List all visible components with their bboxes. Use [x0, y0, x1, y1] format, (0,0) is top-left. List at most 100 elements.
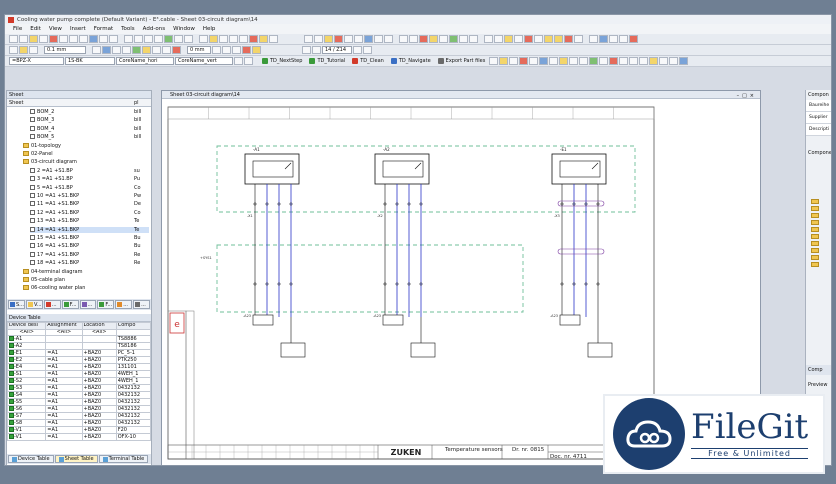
- toolbar1-button-2[interactable]: [29, 35, 38, 43]
- toolbar1-button-38[interactable]: [354, 35, 363, 43]
- folder-icon[interactable]: [811, 199, 819, 204]
- sheet-tree-item[interactable]: 04-terminal diagram: [23, 268, 149, 275]
- toolbar1-button-64[interactable]: [599, 35, 608, 43]
- panel-tab-4[interactable]: ...: [79, 300, 97, 309]
- toolbar1-button-37[interactable]: [344, 35, 353, 43]
- delete-button[interactable]: [172, 46, 181, 54]
- panel-tab-3[interactable]: F...: [61, 300, 79, 309]
- toolbar3-button-19[interactable]: [679, 57, 689, 65]
- toolbar1-button-49[interactable]: [459, 35, 468, 43]
- sheet-tree-item[interactable]: 2 =A1 +S1.BP: [30, 167, 149, 174]
- toolbar1-button-44[interactable]: [409, 35, 418, 43]
- table-row[interactable]: -S2 =A1 +BAZ0 4WEH_1: [6, 377, 152, 385]
- table-row[interactable]: -E2 =A1 +BAZ0 PTK250: [6, 356, 152, 364]
- window-controls[interactable]: –□×: [737, 92, 757, 100]
- toolbar1-button-53[interactable]: [494, 35, 503, 43]
- toolbar1-button-67[interactable]: [629, 35, 638, 43]
- td-button-0[interactable]: TD_NextStep: [259, 57, 305, 66]
- toolbar1-button-7[interactable]: [79, 35, 88, 43]
- sheet-tree-item[interactable]: 3 =A1 +S1.BP: [30, 176, 149, 182]
- folder-button[interactable]: [142, 46, 151, 54]
- toolbar1-button-40[interactable]: [374, 35, 383, 43]
- toolbar1-button-56[interactable]: [524, 35, 533, 43]
- toolbar3-button-5[interactable]: [539, 57, 549, 65]
- folder-icon[interactable]: [811, 206, 819, 211]
- toolbar1-button-36[interactable]: [334, 35, 343, 43]
- toolbar1-button-23[interactable]: [229, 35, 238, 43]
- toolbar1-button-35[interactable]: [324, 35, 333, 43]
- sheet-tree-item[interactable]: 12 =A1 +S1.BKP: [30, 209, 149, 216]
- sheet-tree-item[interactable]: BOM_4: [30, 125, 149, 132]
- td-button-1[interactable]: TD_Tutorial: [306, 57, 348, 66]
- folder-icon[interactable]: [811, 234, 819, 239]
- menu-item-help[interactable]: Help: [203, 26, 216, 32]
- menu-item-format[interactable]: Format: [94, 26, 113, 32]
- toolbar1-button-8[interactable]: [89, 35, 98, 43]
- sheet-tree-item[interactable]: 15 =A1 +S1.BKP: [30, 235, 149, 241]
- toolbar1-button-24[interactable]: [239, 35, 248, 43]
- toolbar3-button-1[interactable]: [499, 57, 509, 65]
- table-row[interactable]: -A2 TS8186: [6, 342, 152, 350]
- toolbar1-button-25[interactable]: [249, 35, 258, 43]
- toolbar3-button-7[interactable]: [559, 57, 569, 65]
- menu-item-view[interactable]: View: [49, 26, 62, 32]
- text-button[interactable]: [122, 46, 131, 54]
- toolbar1-button-48[interactable]: [449, 35, 458, 43]
- toolbar1-button-12[interactable]: [124, 35, 133, 43]
- toolbar1-button-63[interactable]: [589, 35, 598, 43]
- toolbar1-button-1[interactable]: [19, 35, 28, 43]
- sheet-tree-item[interactable]: 16 =A1 +S1.BKP: [30, 243, 149, 249]
- snap-button[interactable]: [9, 46, 18, 54]
- toolbar3-button-8[interactable]: [569, 57, 579, 65]
- tool-a-button[interactable]: [234, 57, 243, 65]
- td-button-2[interactable]: TD_Clean: [349, 57, 387, 66]
- toolbar3-button-12[interactable]: [609, 57, 619, 65]
- toolbar1-button-5[interactable]: [59, 35, 68, 43]
- toolbar1-button-54[interactable]: [504, 35, 513, 43]
- table-row[interactable]: -S3 =A1 +BAZ0 0432132: [6, 384, 152, 392]
- toolbar1-button-43[interactable]: [399, 35, 408, 43]
- check-button[interactable]: [132, 46, 141, 54]
- assignment-combo[interactable]: =BPZ-X: [9, 57, 64, 65]
- grid-button[interactable]: [19, 46, 28, 54]
- corename-hori-combo[interactable]: CoreName_hori: [116, 57, 174, 65]
- toolbar3-button-9[interactable]: [579, 57, 589, 65]
- series-field[interactable]: Baureihe: [806, 100, 831, 112]
- toolbar1-button-26[interactable]: [259, 35, 268, 43]
- toolbar1-button-58[interactable]: [544, 35, 553, 43]
- stop-button[interactable]: [242, 46, 251, 54]
- toolbar1-button-22[interactable]: [219, 35, 228, 43]
- sheet-tree-item[interactable]: BOM_5: [30, 134, 149, 140]
- toolbar1-button-47[interactable]: [439, 35, 448, 43]
- toolbar1-button-17[interactable]: [174, 35, 183, 43]
- sheet-tree-item[interactable]: 5 =A1 +S1.BP: [30, 184, 149, 191]
- zoom-button[interactable]: [232, 46, 241, 54]
- fill-button[interactable]: [112, 46, 121, 54]
- td-button-4[interactable]: Export Part files: [435, 57, 489, 66]
- bottom-tab-terminal-table[interactable]: Terminal Table: [98, 455, 149, 463]
- toolbar1-button-20[interactable]: [199, 35, 208, 43]
- lock-button[interactable]: [252, 46, 261, 54]
- page-combo[interactable]: 14 / Z14: [322, 46, 352, 54]
- toolbar1-button-50[interactable]: [469, 35, 478, 43]
- table-row[interactable]: -S1 =A1 +BAZ0 4WEH_1: [6, 370, 152, 378]
- sheet-tree-item[interactable]: 06-cooling water plan: [23, 285, 149, 291]
- toolbar1-button-13[interactable]: [134, 35, 143, 43]
- toolbar1-button-16[interactable]: [164, 35, 173, 43]
- toolbar1-button-27[interactable]: [269, 35, 278, 43]
- mirror-button[interactable]: [222, 46, 231, 54]
- sheet-tree-item[interactable]: 13 =A1 +S1.BKP: [30, 218, 149, 224]
- sheet-tree-item[interactable]: 14 =A1 +S1.BKP: [30, 226, 149, 233]
- toolbar1-button-14[interactable]: [144, 35, 153, 43]
- toolbar1-button-55[interactable]: [514, 35, 523, 43]
- table-row[interactable]: -E1 =A1 +BAZ0 PC_5-1: [6, 349, 152, 357]
- toolbar1-button-3[interactable]: [39, 35, 48, 43]
- sheet-tree-item[interactable]: 01-topology: [23, 142, 149, 149]
- menu-item-add-ons[interactable]: Add-ons: [143, 26, 165, 32]
- toolbar3-button-13[interactable]: [619, 57, 629, 65]
- toolbar3-button-15[interactable]: [639, 57, 649, 65]
- table-row[interactable]: -V1 =A1 +BAZ0 OFX-10: [6, 433, 152, 441]
- table-row[interactable]: -S5 =A1 +BAZ0 0432132: [6, 398, 152, 406]
- menu-item-edit[interactable]: Edit: [30, 26, 41, 32]
- menu-item-file[interactable]: File: [13, 26, 22, 32]
